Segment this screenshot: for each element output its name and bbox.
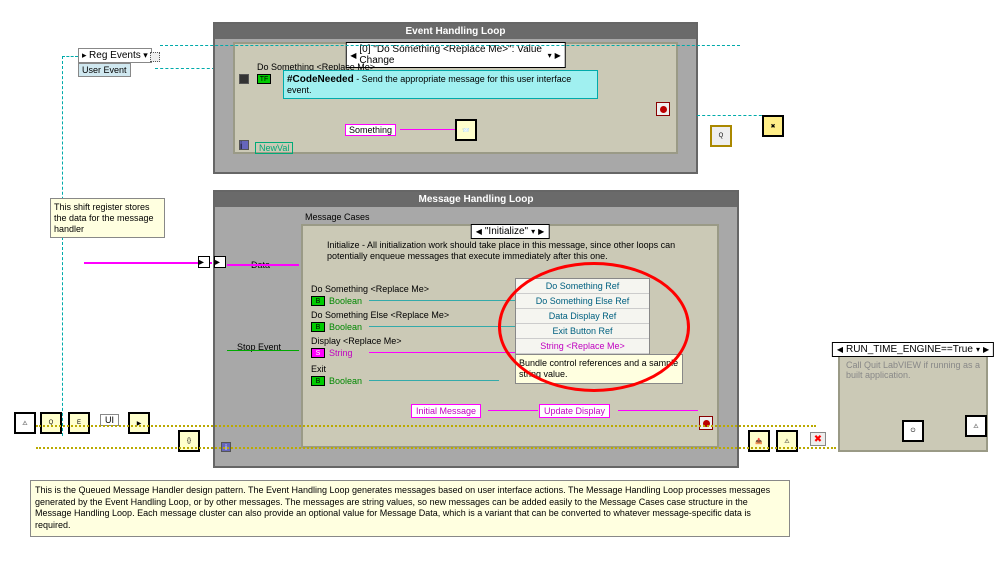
case-label: "Initialize" xyxy=(485,226,528,237)
user-event-create-subvi[interactable]: E xyxy=(68,412,90,434)
do-something-lbl: Do Something <Replace Me> xyxy=(311,284,429,294)
something-constant: Something xyxy=(345,124,396,136)
error-in-icon: ⚠ xyxy=(14,412,36,434)
bool-label: Boolean xyxy=(329,376,362,386)
runtime-case-label: RUN_TIME_ENGINE==True xyxy=(846,344,973,355)
event-case-label: [0] "Do Something <Replace Me>": Value C… xyxy=(359,44,544,66)
runtime-case-selector[interactable]: ◀ RUN_TIME_ENGINE==True ▾ ▶ xyxy=(832,342,994,357)
initial-message-const: Initial Message xyxy=(411,404,481,418)
iteration-terminal: i xyxy=(239,140,249,150)
init-desc: Initialize - All initialization work sho… xyxy=(327,240,697,262)
prev-case-icon[interactable]: ◀ xyxy=(350,51,356,60)
enqueue-msg-subvi[interactable]: 📨 xyxy=(455,119,477,141)
bundle-by-name: Do Something Ref Do Something Else Ref D… xyxy=(515,278,650,355)
dropdown-icon[interactable]: ▾ xyxy=(531,227,535,236)
prev-case-icon[interactable]: ◀ xyxy=(837,345,843,354)
newval-terminal: NewVal xyxy=(255,142,293,154)
code-needed-note: #CodeNeeded#CodeNeeded - Send the approp… xyxy=(283,70,598,99)
case-selector[interactable]: ◀ "Initialize" ▾ ▶ xyxy=(471,224,550,239)
bool-label: Boolean xyxy=(329,322,362,332)
wire xyxy=(618,410,698,411)
update-display-const: Update Display xyxy=(539,404,610,418)
wire xyxy=(369,300,515,301)
wire xyxy=(400,129,455,130)
exit-lbl: Exit xyxy=(311,364,326,374)
dyn-event-reg-icon xyxy=(150,52,160,62)
bundle-item: Do Something Else Ref xyxy=(516,294,649,309)
wire xyxy=(62,56,78,57)
init-subvi[interactable]: ▶ xyxy=(128,412,150,434)
event-timeout-terminal xyxy=(239,74,249,84)
next-case-icon[interactable]: ▶ xyxy=(555,51,561,60)
display-lbl: Display <Replace Me> xyxy=(311,336,402,346)
runtime-desc: Call Quit LabVIEW if running as a built … xyxy=(846,360,984,380)
wire xyxy=(369,352,515,353)
prev-case-icon[interactable]: ◀ xyxy=(476,227,482,236)
str-term: S xyxy=(311,348,325,358)
queue-create-subvi[interactable]: Q xyxy=(40,412,62,434)
next-case-icon[interactable]: ▶ xyxy=(538,227,544,236)
wire xyxy=(155,68,215,69)
wire xyxy=(369,326,515,327)
bundle-item: Exit Button Ref xyxy=(516,324,649,339)
bool-term: B xyxy=(311,296,325,306)
wire xyxy=(160,45,740,46)
bool-term: B xyxy=(311,376,325,386)
wire xyxy=(697,115,767,116)
error-wire xyxy=(36,447,836,449)
dropdown-icon[interactable]: ▾ xyxy=(548,51,552,60)
queue-ref-icon: Q xyxy=(710,125,732,147)
error-out-icon: ⚠ xyxy=(965,415,987,437)
message-cases-structure: ◀ "Initialize" ▾ ▶ Initialize - All init… xyxy=(301,224,719,448)
bundle-item: String <Replace Me> xyxy=(516,339,649,354)
msg-loop-title: Message Handling Loop xyxy=(215,192,737,207)
destroy-ref-icon[interactable]: ✖ xyxy=(762,115,784,137)
bundle-item: Do Something Ref xyxy=(516,279,649,294)
str-label: String xyxy=(329,348,353,358)
shift-register-tunnel: ▸ xyxy=(198,256,210,268)
shift-register-note: This shift register stores the data for … xyxy=(50,198,165,238)
event-loop-title: Event Handling Loop xyxy=(215,24,696,39)
loop-stop-terminal xyxy=(656,102,670,116)
loop-stop-terminal xyxy=(699,416,713,430)
pattern-description-note: This is the Queued Message Handler desig… xyxy=(30,480,790,537)
reg-events-label: ▸ Reg Events ▾ xyxy=(78,48,152,63)
user-event-label: User Event xyxy=(78,63,131,77)
close-x-button[interactable]: ✖ xyxy=(810,432,826,446)
message-cases-label: Message Cases xyxy=(305,212,370,222)
wire xyxy=(369,380,499,381)
bundle-note: Bundle control references and a sample s… xyxy=(515,354,683,384)
error-wire xyxy=(36,425,816,427)
dropdown-icon[interactable]: ▾ xyxy=(976,345,980,354)
quit-labview-icon[interactable]: ⏻ xyxy=(902,420,924,442)
bool-label: Boolean xyxy=(329,296,362,306)
boolean-control-icon: TF xyxy=(257,74,271,84)
bool-term: B xyxy=(311,322,325,332)
do-else-lbl: Do Something Else <Replace Me> xyxy=(311,310,449,320)
wire xyxy=(227,264,299,266)
data-wire xyxy=(84,262,212,264)
wire xyxy=(488,410,538,411)
wire xyxy=(227,350,299,351)
next-case-icon[interactable]: ▶ xyxy=(983,345,989,354)
shift-register-left: ▸ xyxy=(214,256,226,268)
bundle-item: Data Display Ref xyxy=(516,309,649,324)
event-structure: ◀ [0] "Do Something <Replace Me>": Value… xyxy=(233,42,678,154)
wire xyxy=(62,56,63,436)
